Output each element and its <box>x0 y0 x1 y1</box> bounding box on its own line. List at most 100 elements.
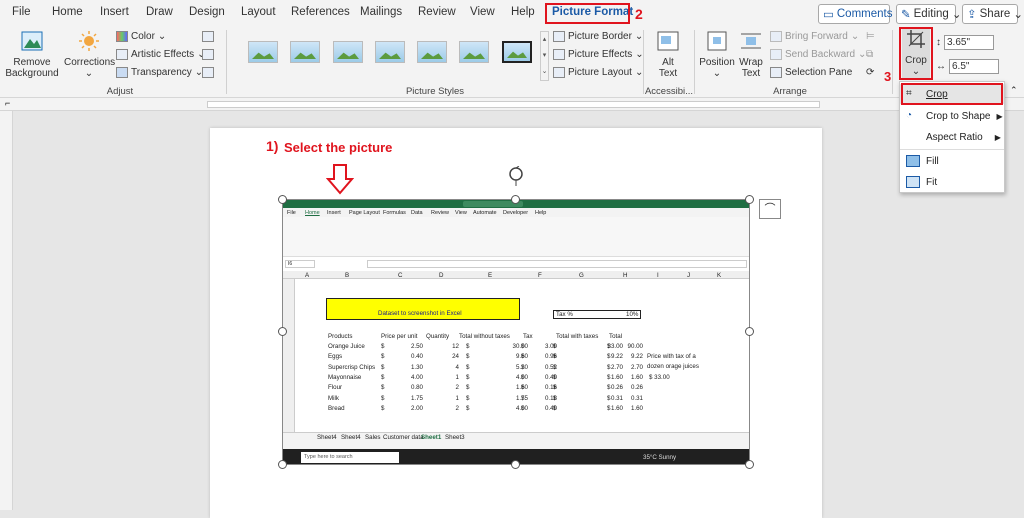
remove-background-button[interactable]: Remove Background <box>4 30 60 79</box>
excel-cell: 0.26 <box>610 384 623 392</box>
align-button[interactable]: ⊨ <box>866 31 875 42</box>
excel-tab: Review <box>431 210 450 216</box>
styles-gallery-scroll[interactable]: ▴ ▾ ⌄ <box>540 31 549 81</box>
highlight-box-crop-menu <box>901 83 1003 105</box>
excel-cell: $ <box>466 373 470 381</box>
excel-cell: 30.00 <box>512 343 528 350</box>
menu-item-fit[interactable]: Fit <box>900 172 1004 192</box>
share-icon: ⇪ <box>967 9 977 21</box>
comments-button[interactable]: ▭ Comments <box>818 4 892 24</box>
excel-cell: $ <box>466 353 470 361</box>
wrap-text-button[interactable]: Wrap Text <box>736 30 766 79</box>
picture-style-4[interactable] <box>375 41 405 63</box>
tab-stop-icon[interactable]: ⌐ <box>5 98 10 108</box>
send-backward-button[interactable]: Send Backward ⌄ <box>770 49 866 60</box>
color-button[interactable]: Color ⌄ <box>116 31 166 42</box>
excel-cell: 90.00 <box>627 343 643 350</box>
excel-cell: Eggs <box>328 353 343 361</box>
layout-options-icon[interactable]: ⌒ <box>759 199 781 219</box>
excel-cell: 4.00 <box>515 404 528 412</box>
rotate-button[interactable]: ⟳ <box>866 67 874 78</box>
bring-forward-button[interactable]: Bring Forward ⌄ <box>770 31 859 42</box>
editing-button[interactable]: ✎ Editing ⌄ <box>896 4 961 24</box>
annotation-select-picture: Select the picture <box>284 140 393 155</box>
col-letter: G <box>579 272 584 279</box>
menu-item-fill-label: Fill <box>926 155 939 167</box>
picture-style-3[interactable] <box>333 41 363 63</box>
picture-style-7[interactable] <box>502 41 532 63</box>
excel-cell: 9.22 <box>630 353 643 361</box>
corrections-button[interactable]: Corrections ⌄ <box>64 30 115 79</box>
shape-height-value[interactable]: 3.65" <box>944 35 994 50</box>
picture-style-1[interactable] <box>248 41 278 63</box>
picture-effects-icon <box>553 49 565 60</box>
excel-header: Quantity <box>426 333 450 340</box>
resize-handle[interactable] <box>745 195 754 204</box>
down-arrow-icon <box>326 164 354 195</box>
excel-cell: $ <box>381 363 385 371</box>
excel-cell: $ <box>607 373 611 381</box>
fit-icon <box>906 176 920 188</box>
tab-design[interactable]: Design <box>189 6 225 18</box>
resize-handle[interactable] <box>745 327 754 336</box>
tab-layout[interactable]: Layout <box>241 6 276 18</box>
resize-handle[interactable] <box>511 460 520 469</box>
excel-header: Products <box>328 333 353 340</box>
pencil-icon: ✎ <box>901 9 911 21</box>
excel-status-bar <box>283 441 749 449</box>
excel-cell: 0.40 <box>410 353 423 361</box>
resize-handle[interactable] <box>278 327 287 336</box>
chevron-down-icon: ⌄ <box>712 68 722 79</box>
resize-handle[interactable] <box>278 195 287 204</box>
artistic-effects-button[interactable]: Artistic Effects⌄ <box>116 49 206 60</box>
shape-width-field[interactable]: ↔ 6.5" <box>936 59 999 74</box>
tab-insert[interactable]: Insert <box>100 6 129 18</box>
picture-border-button[interactable]: Picture Border ⌄ <box>553 31 643 42</box>
picture-style-6[interactable] <box>459 41 489 63</box>
tab-review[interactable]: Review <box>418 6 456 18</box>
transparency-button[interactable]: Transparency ⌄ <box>116 67 203 78</box>
share-button[interactable]: ⇪ Share ⌄ <box>962 4 1023 24</box>
menu-item-crop-to-shape[interactable]: ◔ Crop to Shape ▶ <box>900 106 1004 126</box>
tab-draw[interactable]: Draw <box>146 6 173 18</box>
collapse-ribbon-icon[interactable]: ⌃ <box>1010 85 1018 96</box>
menu-item-aspect-ratio[interactable]: Aspect Ratio ▶ <box>900 127 1004 147</box>
picture-style-2[interactable] <box>290 41 320 63</box>
excel-cell: $ <box>521 343 525 350</box>
tab-home[interactable]: Home <box>52 6 83 18</box>
taskbar-weather: 35°C Sunny <box>643 454 677 461</box>
resize-handle[interactable] <box>278 460 287 469</box>
excel-cell: 12 <box>452 343 459 350</box>
tab-file[interactable]: File <box>12 6 31 18</box>
picture-style-5[interactable] <box>417 41 447 63</box>
artistic-effects-label: Artistic Effects <box>131 49 195 60</box>
rotate-handle-icon[interactable] <box>507 166 525 186</box>
tab-view[interactable]: View <box>470 6 495 18</box>
send-backward-icon <box>770 49 782 60</box>
compress-pictures-button[interactable] <box>202 31 214 42</box>
tab-help[interactable]: Help <box>511 6 535 18</box>
wrap-text-icon <box>741 33 761 49</box>
shape-height-field[interactable]: ↕ 3.65" <box>936 35 994 50</box>
selection-pane-button[interactable]: Selection Pane <box>770 67 852 78</box>
reset-picture-button[interactable] <box>202 67 214 78</box>
col-letter: C <box>398 272 403 279</box>
excel-cell: 4.00 <box>515 373 528 381</box>
picture-effects-button[interactable]: Picture Effects ⌄ <box>553 49 644 60</box>
inserted-picture[interactable]: File Home Insert Page Layout Formulas Da… <box>282 199 750 465</box>
width-icon: ↔ <box>936 61 946 72</box>
color-icon <box>116 31 128 42</box>
picture-styles-group-label: Picture Styles <box>405 86 465 97</box>
alt-text-button[interactable]: Alt Text <box>649 30 687 79</box>
tab-references[interactable]: References <box>291 6 350 18</box>
menu-item-fill[interactable]: Fill <box>900 151 1004 171</box>
shape-width-value[interactable]: 6.5" <box>949 59 999 74</box>
tab-mailings[interactable]: Mailings <box>360 6 402 18</box>
annotation-step-3: 3 <box>884 69 892 84</box>
picture-layout-button[interactable]: Picture Layout ⌄ <box>553 67 643 78</box>
position-button[interactable]: Position ⌄ <box>698 30 736 79</box>
group-objects-button[interactable]: ⧉ <box>866 49 873 60</box>
change-picture-button[interactable] <box>202 49 214 60</box>
resize-handle[interactable] <box>511 195 520 204</box>
resize-handle[interactable] <box>745 460 754 469</box>
